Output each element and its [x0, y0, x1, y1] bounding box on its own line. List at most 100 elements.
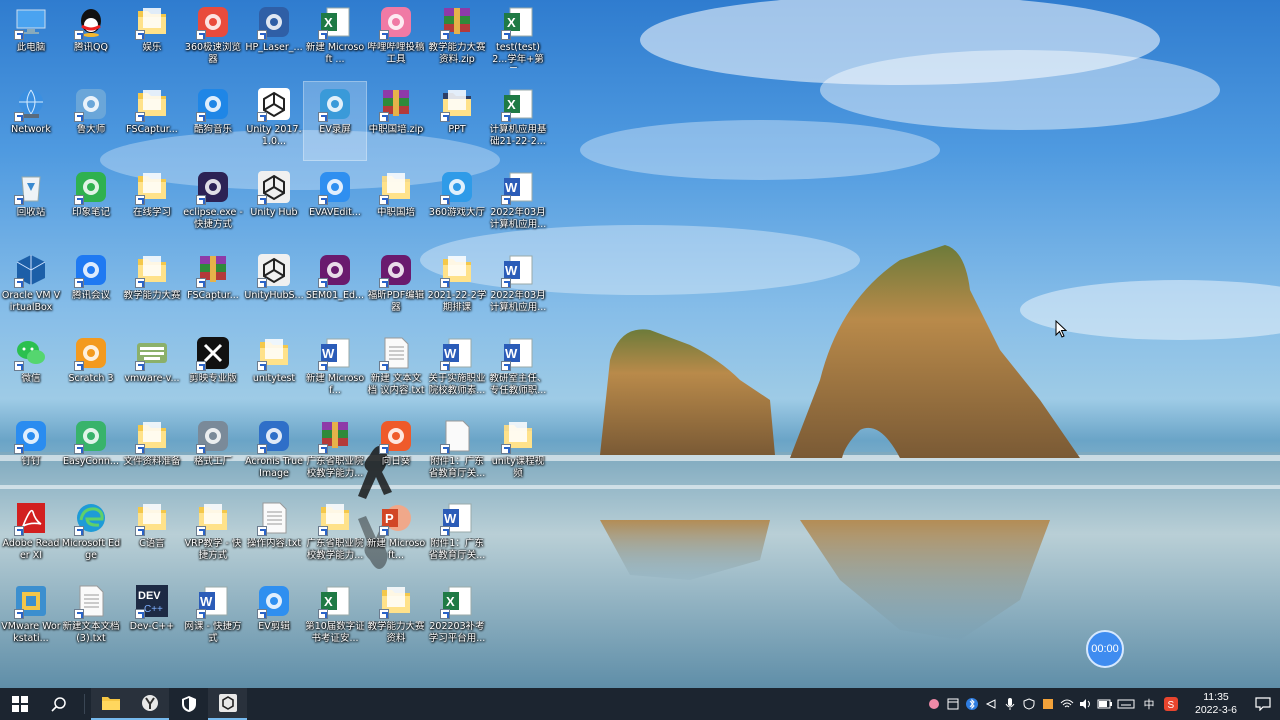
virtualbox-icon [13, 252, 49, 288]
desktop-icon[interactable]: Xtest(test) 2...学年+第二... [487, 0, 549, 78]
desktop-icon[interactable]: 剪映专业版 [182, 331, 244, 409]
desktop-icon[interactable]: unity课程视频 [487, 414, 549, 492]
desktop-icon[interactable]: 在线学习 [121, 165, 183, 243]
desktop-icon[interactable]: W 附件1：广东省教育厅关... [426, 496, 488, 574]
desktop-icon[interactable]: C语言 [121, 496, 183, 574]
desktop-icon[interactable]: Microsoft Edge [60, 496, 122, 574]
desktop-icon[interactable]: Unity Hub [243, 165, 305, 243]
desktop-icon[interactable]: 操作内容.txt [243, 496, 305, 574]
desktop-icon[interactable]: 钉钉 [0, 414, 62, 492]
desktop-icon[interactable]: PPT [426, 82, 488, 160]
desktop-icon[interactable]: 回收站 [0, 165, 62, 243]
desktop-icon[interactable]: P 新建 Microsoft... [365, 496, 427, 574]
desktop-icon[interactable]: SEM01_Ed... [304, 248, 366, 326]
desktop-icon[interactable]: 娱乐 [121, 0, 183, 78]
desktop-icon[interactable]: EV剪辑 [243, 579, 305, 657]
recording-timer-button[interactable]: 00:00 [1086, 630, 1124, 668]
unity-button[interactable] [208, 688, 247, 720]
desktop-icon[interactable]: 腾讯会议 [60, 248, 122, 326]
desktop-icon[interactable]: 360极速浏览器 [182, 0, 244, 78]
security-button[interactable] [169, 688, 208, 720]
keyboard-icon[interactable] [1114, 688, 1138, 720]
desktop-icon[interactable]: EV录屏 [303, 81, 367, 161]
desktop-icon[interactable]: 鲁大师 [60, 82, 122, 160]
desktop-icon[interactable]: eclipse.exe - 快捷方式 [182, 165, 244, 243]
desktop-icon[interactable]: 酷狗音乐 [182, 82, 244, 160]
notification-center-button[interactable] [1246, 688, 1280, 720]
desktop-icon[interactable]: 微信 [0, 331, 62, 409]
search-button[interactable] [39, 688, 78, 720]
tray-app-pink-icon[interactable] [924, 688, 943, 720]
desktop-icon[interactable]: X 计算机应用基础21-22-2... [487, 82, 549, 160]
desktop-icon[interactable]: W 2022年03月计算机应用... [487, 165, 549, 243]
tray-app-icon[interactable] [1038, 688, 1057, 720]
desktop-icon[interactable]: HP_Laser_... [243, 0, 305, 78]
powerpoint-icon: P [378, 500, 414, 536]
desktop-icon[interactable]: EVAVEdit... [304, 165, 366, 243]
desktop-icon[interactable]: 哔哩哔哩投稿工具 [365, 0, 427, 78]
tray-arrow-icon[interactable] [981, 688, 1000, 720]
desktop-icon[interactable]: 360游戏大厅 [426, 165, 488, 243]
desktop-icon-label: eclipse.exe - 快捷方式 [183, 207, 243, 230]
desktop-icon[interactable]: 广东省职业院校教学能力... [304, 496, 366, 574]
desktop-icon[interactable]: W 网课 - 快捷方式 [182, 579, 244, 657]
desktop-icon[interactable]: 腾讯QQ [60, 0, 122, 78]
clock[interactable]: 11:35 2022-3-6 [1190, 691, 1242, 717]
desktop-icon[interactable]: 教学能力大赛资料.zip [426, 0, 488, 78]
wifi-icon[interactable] [1057, 688, 1076, 720]
desktop-icon[interactable]: W 2022年03月计算机应用... [487, 248, 549, 326]
desktop-icon[interactable]: Scratch 3 [60, 331, 122, 409]
desktop-icon[interactable]: 教学能力大赛 [121, 248, 183, 326]
desktop-icon-label: 操作内容.txt [246, 538, 302, 549]
file-explorer-button[interactable] [91, 688, 130, 720]
desktop-icon[interactable]: Acronis True Image [243, 414, 305, 492]
desktop-icon[interactable]: VRP教学 - 快捷方式 [182, 496, 244, 574]
desktop-icon[interactable]: FSCaptur... [121, 82, 183, 160]
desktop-icon-label: 2021-22-2学期排课 [427, 290, 487, 313]
desktop-icon[interactable]: 中职国培.zip [365, 82, 427, 160]
volume-icon[interactable] [1076, 688, 1095, 720]
desktop-icon[interactable]: X 新建 Microsoft ... [304, 0, 366, 78]
desktop-icon[interactable]: W 关于实施职业院校教师素... [426, 331, 488, 409]
desktop-icon[interactable]: 新建 文本文档 议内容.txt [365, 331, 427, 409]
desktop-icon[interactable]: Oracle VM VirtualBox [0, 248, 62, 326]
tray-window-icon[interactable] [943, 688, 962, 720]
desktop-icon[interactable]: 附件1：广东省教育厅关... [426, 414, 488, 492]
shortcut-arrow-icon [14, 444, 24, 454]
desktop-icon[interactable]: X 第10届数字证书考证安... [304, 579, 366, 657]
input-language-indicator[interactable]: 中 [1138, 688, 1160, 720]
desktop-icon[interactable]: W 新建 Microsof... [304, 331, 366, 409]
desktop-icon[interactable]: Unity 2017.1.0... [243, 82, 305, 160]
bluetooth-icon[interactable] [962, 688, 981, 720]
desktop-icon[interactable]: 向日葵 [365, 414, 427, 492]
desktop-icon[interactable]: 中职国培 [365, 165, 427, 243]
microphone-icon[interactable] [1000, 688, 1019, 720]
desktop-icon[interactable]: unitytest [243, 331, 305, 409]
desktop-icon[interactable]: VMware Workstati... [0, 579, 62, 657]
desktop-icon[interactable]: 新建文本文档 (3).txt [60, 579, 122, 657]
desktop-icon[interactable]: Adobe Reader XI [0, 496, 62, 574]
desktop-icon[interactable]: EasyConn... [60, 414, 122, 492]
desktop-icon[interactable]: FSCaptur... [182, 248, 244, 326]
desktop-icon[interactable]: 文件资料准备 [121, 414, 183, 492]
desktop-icon[interactable]: 格式工厂 [182, 414, 244, 492]
desktop-icon[interactable]: 广东省职业院校教学能力... [304, 414, 366, 492]
desktop-icon[interactable]: DEV C++ Dev-C++ [121, 579, 183, 657]
desktop-icon[interactable]: UnityHubS... [243, 248, 305, 326]
desktop-icon[interactable]: X 202203补考学习平台用... [426, 579, 488, 657]
start-button[interactable] [0, 688, 39, 720]
desktop-icon[interactable]: 2021-22-2学期排课 [426, 248, 488, 326]
desktop-icon[interactable]: 福昕PDF编辑器 [365, 248, 427, 326]
tray-sogou-icon[interactable]: S [1160, 688, 1182, 720]
desktop-icon[interactable]: W 教研室主任、专任教师职... [487, 331, 549, 409]
shortcut-arrow-icon [196, 195, 206, 205]
app-y-button[interactable] [130, 688, 169, 720]
desktop-icon[interactable]: vmware-v... [121, 331, 183, 409]
battery-icon[interactable] [1095, 688, 1114, 720]
svg-text:W: W [444, 346, 457, 361]
desktop-icon[interactable]: Network [0, 82, 62, 160]
tray-shield-icon[interactable] [1019, 688, 1038, 720]
desktop-icon[interactable]: 教学能力大赛资料 [365, 579, 427, 657]
desktop-icon[interactable]: 印象笔记 [60, 165, 122, 243]
desktop-icon[interactable]: 此电脑 [0, 0, 62, 78]
